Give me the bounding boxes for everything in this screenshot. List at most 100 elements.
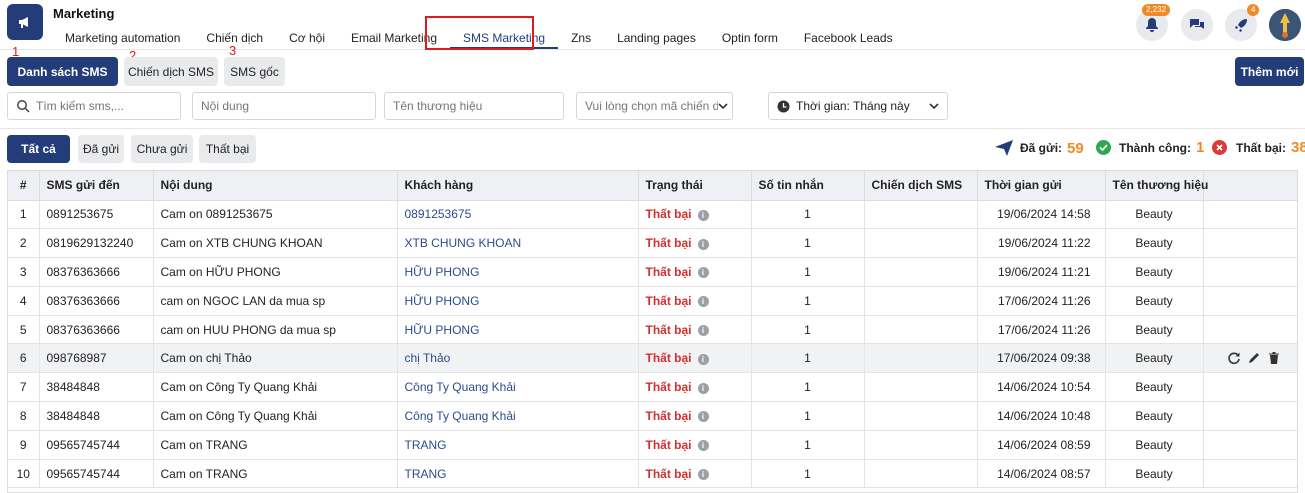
avatar[interactable] [1269,9,1301,41]
info-icon[interactable]: i [697,411,709,423]
row-status: Thất bại [645,236,692,251]
info-icon[interactable]: i [697,468,709,480]
info-icon[interactable]: i [697,209,709,221]
add-new-button[interactable]: Thêm mới [1235,57,1304,86]
nav-facebook-leads[interactable]: Facebook Leads [791,27,906,49]
stat-failed-value: 38 [1291,139,1305,156]
row-status: Thất bại [645,293,692,308]
row-time: 14/06/2024 08:57 [977,459,1106,489]
table-row[interactable]: 2 0819629132240 Cam on XTB CHUNG KHOAN XTB … [8,228,1297,259]
stat-success: Thành công: 1 [1096,139,1204,156]
nav-marketing-automation[interactable]: Marketing automation [52,27,193,49]
search-icon [17,100,30,113]
row-count: 1 [751,200,865,230]
row-status: Thất bại [645,322,692,337]
row-customer-link[interactable]: HỮU PHONG [397,257,639,287]
row-brand: Beauty [1105,228,1204,259]
row-actions [1203,343,1297,374]
table-row[interactable]: 6 098768987 Cam on chị Thảo chị Thảo Thất bạ… [8,343,1297,374]
row-content: Cam on TRANG [153,459,398,489]
info-icon[interactable]: i [697,238,709,250]
tab-sms-original[interactable]: SMS gốc [224,57,285,86]
table-row[interactable]: 7 38484848 Cam on Công Ty Quang Khải Công T… [8,372,1297,403]
table-row[interactable]: 3 08376363666 Cam on HỮU PHONG HỮU PHONG Thấ… [8,257,1297,287]
clock-icon [777,100,790,112]
megaphone-icon[interactable] [7,4,43,40]
col-campaign: Chiến dịch SMS [864,171,978,201]
brand-field[interactable] [384,92,564,120]
row-time: 14/06/2024 08:59 [977,430,1106,460]
row-content: Cam on 0891253675 [153,200,398,230]
row-campaign [864,343,978,374]
row-index: 7 [8,372,40,403]
info-icon[interactable]: i [697,296,709,308]
row-customer-link[interactable]: HỮU PHONG [397,286,639,316]
search-field[interactable] [7,92,181,120]
nav-opportunities[interactable]: Cơ hội [276,27,338,49]
col-content: Nội dung [153,171,398,201]
notification-badge: 2,232 [1142,4,1171,16]
campaign-select[interactable]: Vui lòng chọn mã chiến dịch [576,92,733,120]
stat-sent-value: 59 [1067,139,1084,157]
row-count: 1 [751,459,865,489]
content-field[interactable] [192,92,376,120]
rocket-button[interactable]: 4 [1225,4,1260,41]
brand-input[interactable] [393,99,555,113]
row-customer-link[interactable]: 0891253675 [397,200,639,230]
info-icon[interactable]: i [697,382,709,394]
nav-landing-pages[interactable]: Landing pages [604,27,709,49]
resend-icon[interactable] [1227,351,1241,365]
row-content: Cam on Công Ty Quang Khải [153,372,398,403]
notification-button[interactable]: 2,232 [1136,4,1171,41]
table-row[interactable]: 8 38484848 Cam on Công Ty Quang Khải Công T… [8,401,1297,431]
row-index: 9 [8,430,40,460]
row-status-cell: Thất bại i [638,372,752,403]
rocket-icon [1235,19,1247,32]
filter-failed[interactable]: Thất bại [199,135,256,163]
table-row[interactable]: 5 08376363666 cam on HUU PHONG da mua sp HỮ… [8,315,1297,345]
row-actions [1203,372,1297,403]
row-index: 10 [8,459,40,489]
row-customer-link[interactable]: TRANG [397,459,639,489]
row-campaign [864,228,978,259]
search-input[interactable] [36,99,172,113]
table-row[interactable]: 10 09565745744 Cam on TRANG TRANG Thất bại i 1… [8,459,1297,489]
nav-optin-form[interactable]: Optin form [709,27,791,49]
chat-button[interactable] [1181,9,1213,41]
time-filter[interactable]: Thời gian: Tháng này [768,92,948,120]
delete-icon[interactable] [1267,351,1281,365]
row-campaign [864,257,978,287]
table-row[interactable]: 9 09565745744 Cam on TRANG TRANG Thất bại i 1 1… [8,430,1297,460]
row-customer-link[interactable]: chị Thảo [397,343,639,374]
tab-sms-campaign[interactable]: Chiến dịch SMS [124,57,218,86]
edit-icon[interactable] [1247,351,1261,365]
tab-sms-list[interactable]: Danh sách SMS [7,57,118,86]
nav-zns[interactable]: Zns [558,27,604,49]
filter-unsent[interactable]: Chưa gửi [131,135,193,163]
info-icon[interactable]: i [697,353,709,365]
row-customer-link[interactable]: TRANG [397,430,639,460]
info-icon[interactable]: i [697,324,709,336]
filter-all[interactable]: Tất cả [7,135,70,163]
row-status-cell: Thất bại i [638,315,752,345]
content-input[interactable] [201,99,367,113]
row-customer-link[interactable]: Công Ty Quang Khải [397,401,639,431]
info-icon[interactable]: i [697,267,709,279]
table-row[interactable]: 4 08376363666 cam on NGOC LAN da mua sp HỮU… [8,286,1297,316]
info-icon[interactable]: i [697,440,709,452]
row-customer-link[interactable]: HỮU PHONG [397,315,639,345]
filter-sent[interactable]: Đã gửi [78,135,124,163]
chat-icon [1190,19,1204,29]
row-index: 1 [8,200,40,230]
row-brand: Beauty [1105,343,1204,374]
check-circle-icon [1096,140,1111,155]
row-actions [1203,430,1297,460]
table-row[interactable]: 1 0891253675 Cam on 0891253675 0891253675 Th… [8,200,1297,230]
row-campaign [864,372,978,403]
row-status-cell: Thất bại i [638,228,752,259]
row-status: Thất bại [645,264,692,279]
row-customer-link[interactable]: Công Ty Quang Khải [397,372,639,403]
row-customer-link[interactable]: XTB CHUNG KHOAN [397,228,639,259]
stat-sent-label: Đã gửi: [1020,141,1063,155]
row-content: Cam on TRANG [153,430,398,460]
